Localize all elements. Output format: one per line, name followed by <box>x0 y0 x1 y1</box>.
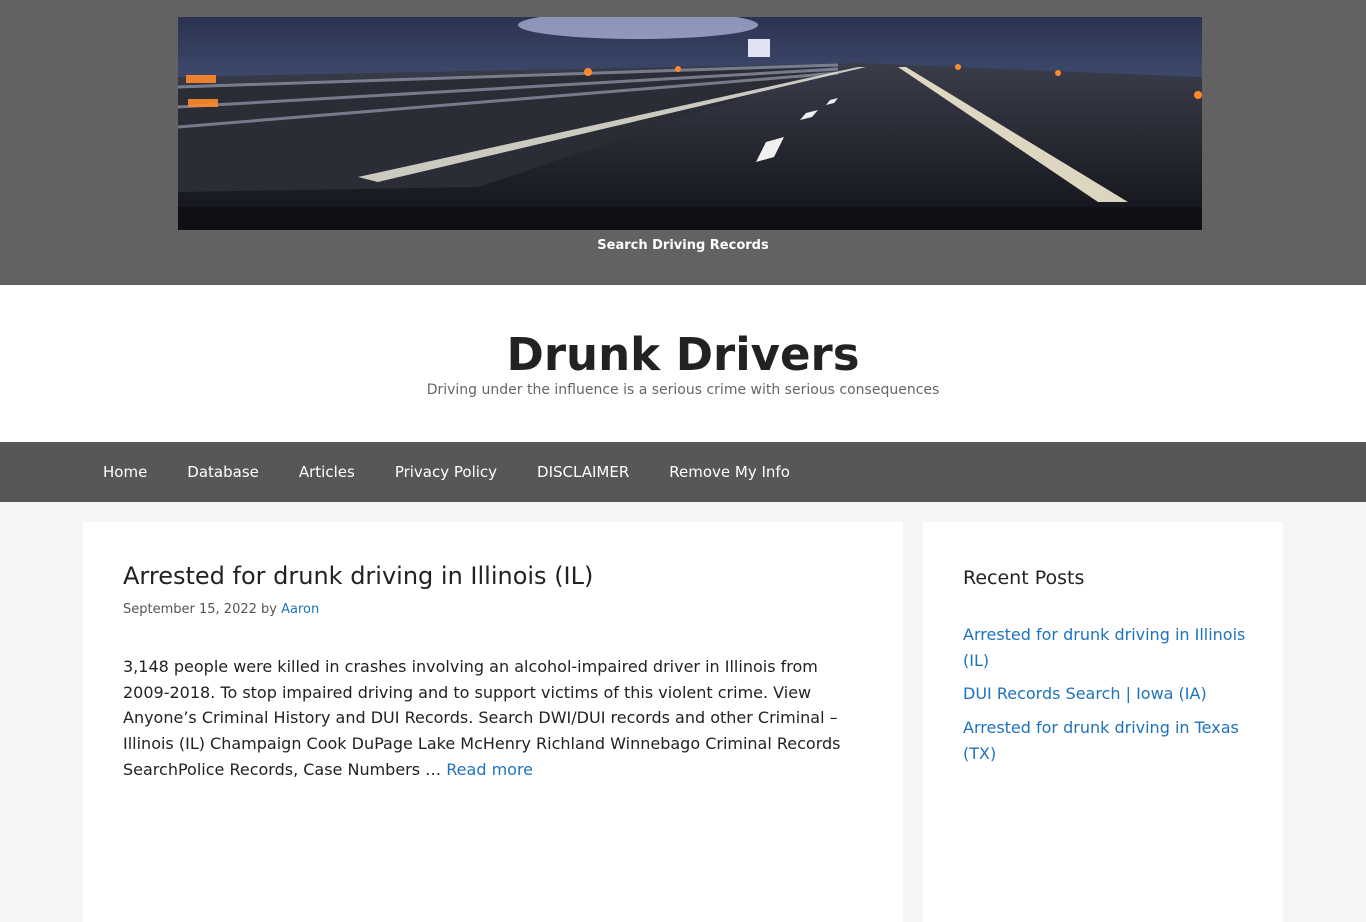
recent-post-link[interactable]: Arrested for drunk driving in Illinois (… <box>963 622 1248 673</box>
nav-menu: Home Database Articles Privacy Policy DI… <box>83 442 810 502</box>
nav-item-remove-my-info[interactable]: Remove My Info <box>649 442 810 502</box>
recent-posts-title: Recent Posts <box>963 567 1085 589</box>
nav-item-disclaimer[interactable]: DISCLAIMER <box>517 442 649 502</box>
recent-posts-list: Arrested for drunk driving in Illinois (… <box>963 622 1248 775</box>
site-title[interactable]: Drunk Drivers <box>0 325 1366 385</box>
article-card: Arrested for drunk driving in Illinois (… <box>83 522 903 922</box>
highway-banner-image[interactable] <box>178 17 1202 230</box>
banner-caption: Search Driving Records <box>597 238 769 253</box>
post-excerpt: 3,148 people were killed in crashes invo… <box>123 654 868 783</box>
sidebar: Recent Posts Arrested for drunk driving … <box>923 522 1283 922</box>
nav-item-home[interactable]: Home <box>83 442 167 502</box>
post-author-link[interactable]: Aaron <box>281 602 319 617</box>
recent-post-link[interactable]: Arrested for drunk driving in Texas (TX) <box>963 715 1248 766</box>
nav-item-articles[interactable]: Articles <box>279 442 375 502</box>
post-date: September 15, 2022 <box>123 602 257 617</box>
post-meta: September 15, 2022 by Aaron <box>123 602 319 617</box>
nav-item-database[interactable]: Database <box>167 442 279 502</box>
main-navigation: Home Database Articles Privacy Policy DI… <box>0 442 1366 502</box>
recent-post-link[interactable]: DUI Records Search | Iowa (IA) <box>963 681 1248 707</box>
site-header: Drunk Drivers Driving under the influenc… <box>0 285 1366 442</box>
nav-item-privacy-policy[interactable]: Privacy Policy <box>375 442 517 502</box>
read-more-link[interactable]: Read more <box>446 760 533 779</box>
post-title[interactable]: Arrested for drunk driving in Illinois (… <box>123 562 593 590</box>
post-by-label: by <box>261 602 277 617</box>
site-tagline: Driving under the influence is a serious… <box>426 382 940 398</box>
top-banner: Search Driving Records <box>0 0 1366 285</box>
